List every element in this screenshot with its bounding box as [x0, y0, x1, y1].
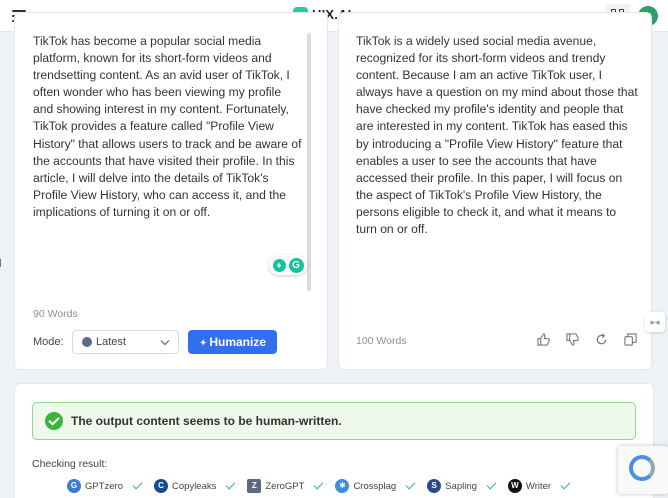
- gptzero-icon: G: [67, 479, 81, 493]
- detector-copyleaks: C Copyleaks: [154, 479, 236, 493]
- side-collapse-icon[interactable]: ▸◂: [645, 312, 665, 332]
- humanize-button[interactable]: ✦ Humanize: [188, 330, 277, 354]
- copy-icon[interactable]: [624, 333, 637, 346]
- output-actions: [537, 333, 637, 346]
- humanize-label: Humanize: [209, 335, 267, 349]
- detector-gptzero: G GPTzero: [67, 479, 143, 493]
- mode-label: Mode:: [33, 336, 64, 348]
- checkmark-icon: [225, 479, 236, 490]
- detector-name: GPTzero: [85, 480, 124, 492]
- detector-list: G GPTzero C Copyleaks Z ZeroGPT ✱ Crossp…: [67, 479, 582, 493]
- result-message: The output content seems to be human-wri…: [71, 414, 342, 428]
- grammarly-widget[interactable]: ♦ G: [269, 255, 307, 275]
- input-scrollbar[interactable]: [307, 33, 311, 291]
- chevron-down-icon: [160, 336, 170, 346]
- input-text[interactable]: TikTok has become a popular social media…: [33, 33, 303, 221]
- refresh-icon[interactable]: [595, 333, 608, 346]
- sapling-icon: S: [427, 479, 442, 493]
- recaptcha-badge[interactable]: [618, 446, 668, 494]
- checkmark-icon: [313, 479, 324, 490]
- input-word-count: 90 Words: [33, 308, 78, 320]
- writer-icon: W: [507, 479, 522, 493]
- input-card: TikTok has become a popular social media…: [14, 12, 328, 370]
- mode-select[interactable]: Latest: [72, 330, 179, 354]
- thumbs-down-icon[interactable]: [566, 333, 579, 346]
- detector-writer: W Writer: [507, 479, 571, 493]
- check-circle-icon: [45, 412, 63, 430]
- output-card: TikTok is a widely used social media ave…: [338, 12, 652, 370]
- output-word-count: 100 Words: [356, 335, 407, 347]
- checkmark-icon: [560, 479, 571, 490]
- crossplag-icon: ✱: [335, 479, 350, 493]
- grammarly-bulb-icon[interactable]: ♦: [272, 258, 286, 272]
- detector-crossplag: ✱ Crossplag: [335, 479, 416, 493]
- output-text: TikTok is a widely used social media ave…: [356, 34, 638, 237]
- detector-sapling: S Sapling: [427, 479, 497, 493]
- detector-zerogpt: Z ZeroGPT: [247, 479, 324, 493]
- recaptcha-icon: [629, 455, 655, 481]
- detector-name: Writer: [525, 480, 552, 492]
- detector-name: ZeroGPT: [265, 480, 305, 492]
- checkmark-icon: [486, 479, 497, 490]
- thumbs-up-icon[interactable]: [537, 333, 550, 346]
- checkmark-icon: [405, 479, 416, 490]
- sparkle-icon: ✦: [198, 338, 208, 349]
- checkmark-icon: [132, 479, 143, 490]
- mode-icon: [82, 337, 92, 347]
- mode-value: Latest: [96, 336, 126, 348]
- result-banner: The output content seems to be human-wri…: [32, 402, 636, 440]
- copyleaks-icon: C: [154, 479, 169, 493]
- detector-name: Crossplag: [353, 480, 397, 492]
- zerogpt-icon: Z: [247, 479, 262, 493]
- detector-name: Copyleaks: [172, 480, 217, 492]
- detection-panel: The output content seems to be human-wri…: [14, 383, 654, 498]
- cursor-icon: [0, 256, 4, 268]
- detector-name: Sapling: [445, 480, 477, 492]
- grammarly-logo-icon[interactable]: G: [288, 257, 304, 273]
- checking-result-label: Checking result:: [32, 458, 108, 470]
